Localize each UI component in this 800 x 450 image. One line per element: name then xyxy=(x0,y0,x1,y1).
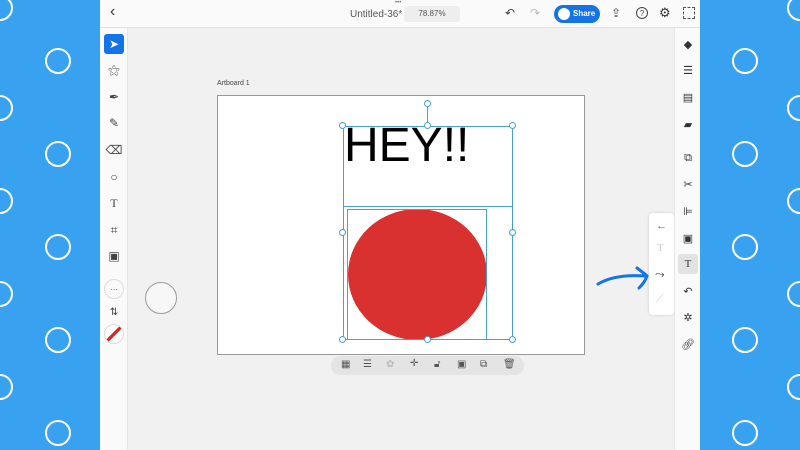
swap-icon[interactable]: ⇅ xyxy=(104,302,124,322)
share-button[interactable]: Share xyxy=(554,5,600,23)
redo-icon[interactable]: ↷ xyxy=(530,6,540,20)
libraries-icon[interactable]: ▤ xyxy=(678,87,698,107)
type-icon[interactable]: T xyxy=(104,193,124,213)
more-tools-icon[interactable]: ··· xyxy=(104,279,124,299)
mask-icon[interactable]: ▣ xyxy=(457,359,466,370)
properties-icon[interactable]: ☰ xyxy=(678,60,698,80)
image-icon[interactable]: ▣ xyxy=(104,246,124,266)
settings-gear-icon[interactable]: ✲ xyxy=(678,307,698,327)
top-bar: ‹ ••• Untitled-36* 78.87% ↶ ↷ Share ⇪ ? … xyxy=(100,0,700,28)
select-tool-icon[interactable]: ➤ xyxy=(104,34,124,54)
handle-mr[interactable] xyxy=(509,229,516,236)
layers-icon[interactable]: ◆ xyxy=(678,34,698,54)
handle-bc[interactable] xyxy=(424,336,431,343)
menu-icon[interactable]: ☰ xyxy=(363,359,372,370)
handle-tc[interactable] xyxy=(424,122,431,129)
circle-bounds xyxy=(347,209,487,340)
document-title[interactable]: Untitled-36* xyxy=(350,9,402,20)
artboard-icon[interactable] xyxy=(683,7,695,19)
right-toolbar: ◆ ☰ ▤ ▰ ⧉ ✂ ⊫ ▣ T ↶ ✲ 🔗︎ xyxy=(674,28,700,450)
handle-tl[interactable] xyxy=(339,122,346,129)
annotation-arrow xyxy=(596,266,649,290)
delete-icon[interactable]: 🗑︎ xyxy=(503,359,516,370)
share-label: Share xyxy=(573,9,596,18)
rotate-handle[interactable] xyxy=(424,100,431,107)
touch-shortcut[interactable] xyxy=(145,282,177,314)
crop-icon[interactable]: ⌗ xyxy=(104,220,124,240)
zoom-level[interactable]: 78.87% xyxy=(404,6,460,22)
duplicate-icon[interactable]: ⧉ xyxy=(480,359,487,370)
illustrator-app: ‹ ••• Untitled-36* 78.87% ↶ ↷ Share ⇪ ? … xyxy=(100,0,700,450)
back-button[interactable]: ‹ xyxy=(110,3,115,21)
link-icon[interactable]: 🔗︎ xyxy=(678,334,698,354)
type-panel-icon[interactable]: T xyxy=(678,254,698,274)
text-box xyxy=(343,126,513,207)
move-icon[interactable]: ✛ xyxy=(410,358,418,369)
grid-icon[interactable]: ▦ xyxy=(341,359,350,370)
pen-icon[interactable]: ✒ xyxy=(104,87,124,107)
lock-icon[interactable]: 🔓︎ xyxy=(434,359,440,370)
more-icon[interactable]: ••• xyxy=(395,0,401,6)
repeat-icon[interactable]: ✿ xyxy=(386,359,394,370)
comments-icon[interactable]: ▰ xyxy=(678,114,698,134)
align-icon[interactable]: ⊫ xyxy=(678,201,698,221)
left-toolbar: ➤ ⚝ ✒ ✎ ⌫ ○ T ⌗ ▣ ··· ⇅ xyxy=(100,28,128,450)
magic-wand-icon[interactable]: ⚝ xyxy=(104,60,124,80)
type-path-icon[interactable]: T xyxy=(657,242,664,254)
handle-tr[interactable] xyxy=(509,122,516,129)
pencil-icon[interactable]: ✎ xyxy=(104,113,124,133)
settings-icon[interactable]: ⚙ xyxy=(659,5,671,21)
undo-icon[interactable]: ↶ xyxy=(505,6,515,20)
help-icon[interactable]: ? xyxy=(636,7,648,19)
warp-text-icon[interactable]: ⤳ xyxy=(655,267,665,282)
curve-icon[interactable]: ↶ xyxy=(678,281,698,301)
eraser-icon[interactable]: ⌫ xyxy=(104,140,124,160)
line-type-icon[interactable]: ⟋ xyxy=(656,293,664,306)
handle-ml[interactable] xyxy=(339,229,346,236)
artboard-label: Artboard 1 xyxy=(217,80,250,87)
handle-br[interactable] xyxy=(509,336,516,343)
right-background-pattern xyxy=(700,0,800,450)
handle-bl[interactable] xyxy=(339,336,346,343)
export-icon[interactable]: ⇪ xyxy=(611,6,621,20)
left-background-pattern xyxy=(0,0,100,450)
back-arrow-icon[interactable]: ← xyxy=(656,220,667,232)
context-bar: ▦ ☰ ✿ ✛ 🔓︎ ▣ ⧉ 🗑︎ xyxy=(331,356,524,375)
ellipse-icon[interactable]: ○ xyxy=(104,167,124,187)
scissors-icon[interactable]: ✂ xyxy=(678,174,698,194)
transform-icon[interactable]: ▣ xyxy=(678,228,698,248)
fill-stroke-swatch[interactable] xyxy=(104,324,124,344)
user-icon xyxy=(558,8,570,20)
pathfinder-icon[interactable]: ⧉ xyxy=(678,148,698,168)
